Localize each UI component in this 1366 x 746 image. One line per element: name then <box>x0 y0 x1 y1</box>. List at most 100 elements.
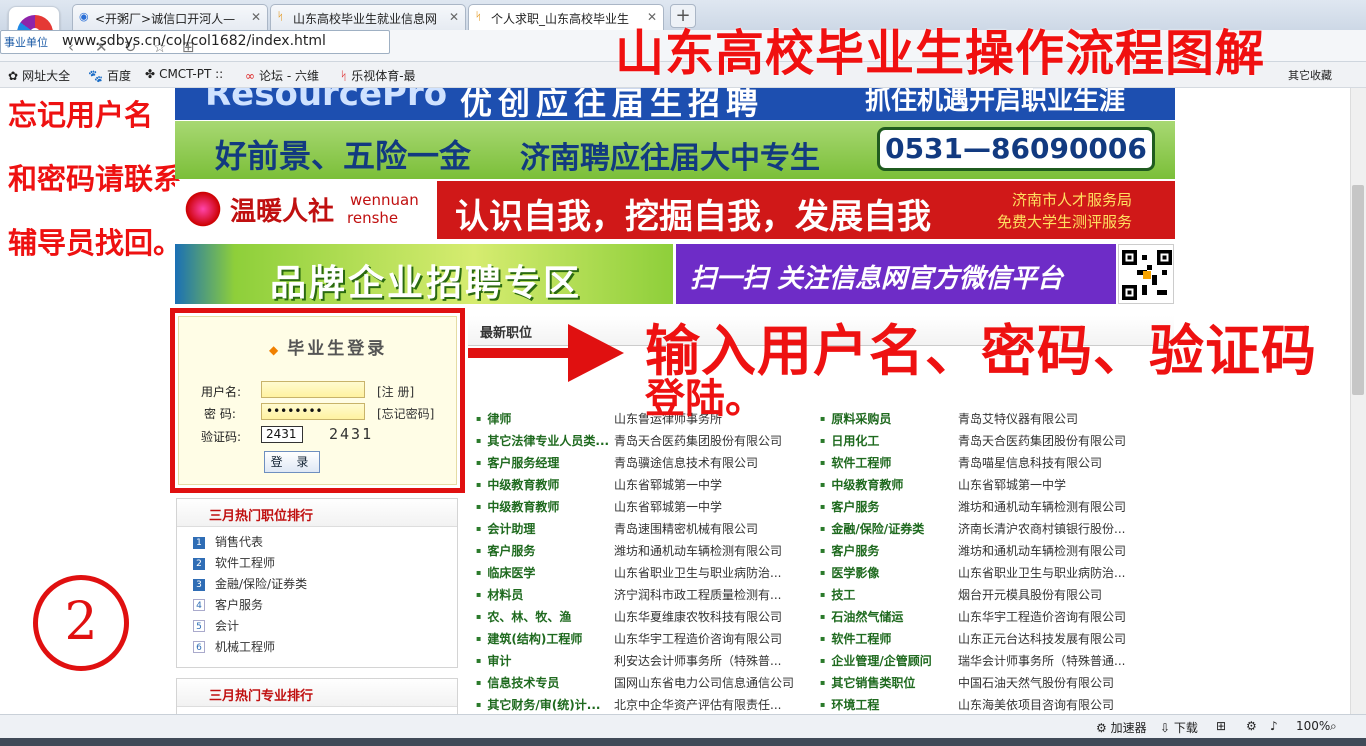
job-row[interactable]: 中级教育教师 山东省郓城第一中学 <box>820 476 1150 498</box>
tab-close-icon[interactable]: ✕ <box>449 10 459 24</box>
job-company-link[interactable]: 山东省职业卫生与职业病防治... <box>614 564 804 581</box>
job-title-link[interactable]: 客户服务 <box>476 542 535 559</box>
job-row[interactable]: 材料员 济宁润科市政工程质量检测有... <box>476 586 816 608</box>
job-company-link[interactable]: 北京中企华资产评估有限责任... <box>614 696 804 712</box>
job-title-link[interactable]: 律师 <box>476 410 511 427</box>
job-row[interactable]: 其它财务/审(统)计... 北京中企华资产评估有限责任... <box>476 696 816 712</box>
hot-job-item[interactable]: 6 机械工程师 <box>193 638 307 659</box>
job-title-link[interactable]: 客户服务 <box>820 498 879 515</box>
volume-icon[interactable]: ♪ <box>1270 719 1278 733</box>
job-row[interactable]: 中级教育教师 山东省郓城第一中学 <box>476 498 816 520</box>
job-company-link[interactable]: 潍坊和通机动车辆检测有限公司 <box>958 498 1148 515</box>
hot-job-item[interactable]: 1 销售代表 <box>193 533 307 554</box>
job-company-link[interactable]: 山东正元台达科技发展有限公司 <box>958 630 1148 647</box>
forgot-password-link[interactable]: [忘记密码] <box>377 405 434 422</box>
password-input[interactable]: •••••••• <box>261 403 365 420</box>
job-company-link[interactable]: 利安达会计师事务所（特殊普... <box>614 652 804 669</box>
job-company-link[interactable]: 烟台开元模具股份有限公司 <box>958 586 1148 603</box>
hot-job-label[interactable]: 金融/保险/证券类 <box>215 577 307 591</box>
accelerator-button[interactable]: ⚙ 加速器 <box>1096 719 1147 736</box>
job-row[interactable]: 技工 烟台开元模具股份有限公司 <box>820 586 1150 608</box>
job-company-link[interactable]: 潍坊和通机动车辆检测有限公司 <box>614 542 804 559</box>
job-company-link[interactable]: 青岛天合医药集团股份有限公司 <box>614 432 804 449</box>
username-input[interactable] <box>261 381 365 398</box>
settings-icon[interactable]: ⚙ <box>1246 719 1257 733</box>
job-title-link[interactable]: 软件工程师 <box>820 454 891 471</box>
job-title-link[interactable]: 其它销售类职位 <box>820 674 915 691</box>
zoom-icon[interactable]: ⌕ <box>1330 719 1337 734</box>
hot-job-label[interactable]: 会计 <box>215 619 239 633</box>
job-title-link[interactable]: 企业管理/企管顾问 <box>820 652 931 669</box>
job-company-link[interactable]: 山东省郓城第一中学 <box>614 498 804 515</box>
job-company-link[interactable]: 青岛天合医药集团股份有限公司 <box>958 432 1148 449</box>
job-title-link[interactable]: 技工 <box>820 586 855 603</box>
hot-job-item[interactable]: 3 金融/保险/证券类 <box>193 575 307 596</box>
job-row[interactable]: 环境工程 山东海美依项目咨询有限公司 <box>820 696 1150 712</box>
job-row[interactable]: 原料采购员 青岛艾特仪器有限公司 <box>820 410 1150 432</box>
job-row[interactable]: 客户服务 潍坊和通机动车辆检测有限公司 <box>820 498 1150 520</box>
job-row[interactable]: 客户服务经理 青岛骥途信息技术有限公司 <box>476 454 816 476</box>
job-company-link[interactable]: 青岛喵星信息科技有限公司 <box>958 454 1148 471</box>
job-row[interactable]: 客户服务 潍坊和通机动车辆检测有限公司 <box>820 542 1150 564</box>
job-company-link[interactable]: 山东省郓城第一中学 <box>614 476 804 493</box>
addon-icon[interactable]: ⊞ <box>1216 719 1226 733</box>
job-row[interactable]: 审计 利安达会计师事务所（特殊普... <box>476 652 816 674</box>
tab-1[interactable]: ◉ <开粥厂>诚信口开河人— ✕ <box>72 4 268 30</box>
scrollbar-thumb[interactable] <box>1352 185 1364 395</box>
bookmark-item[interactable]: ∞ 论坛 - 六维 <box>245 67 319 84</box>
job-company-link[interactable]: 中国石油天然气股份有限公司 <box>958 674 1148 691</box>
hot-job-label[interactable]: 客户服务 <box>215 598 263 612</box>
job-company-link[interactable]: 山东省职业卫生与职业病防治... <box>958 564 1148 581</box>
job-row[interactable]: 信息技术专员 国网山东省电力公司信息通信公司 <box>476 674 816 696</box>
job-title-link[interactable]: 其它财务/审(统)计... <box>476 696 600 712</box>
register-link[interactable]: [注 册] <box>377 383 414 400</box>
job-title-link[interactable]: 农、林、牧、渔 <box>476 608 571 625</box>
job-company-link[interactable]: 国网山东省电力公司信息通信公司 <box>614 674 804 691</box>
job-company-link[interactable]: 瑞华会计师事务所（特殊普通... <box>958 652 1148 669</box>
bookmark-item[interactable]: ✤ CMCT-PT :: <box>145 67 223 81</box>
job-row[interactable]: 其它销售类职位 中国石油天然气股份有限公司 <box>820 674 1150 696</box>
job-title-link[interactable]: 审计 <box>476 652 511 669</box>
job-row[interactable]: 金融/保险/证券类 济南长清沪农商村镇银行股份... <box>820 520 1150 542</box>
job-row[interactable]: 软件工程师 山东正元台达科技发展有限公司 <box>820 630 1150 652</box>
job-row[interactable]: 软件工程师 青岛喵星信息科技有限公司 <box>820 454 1150 476</box>
job-title-link[interactable]: 材料员 <box>476 586 523 603</box>
job-company-link[interactable]: 济宁润科市政工程质量检测有... <box>614 586 804 603</box>
job-title-link[interactable]: 原料采购员 <box>820 410 891 427</box>
job-row[interactable]: 临床医学 山东省职业卫生与职业病防治... <box>476 564 816 586</box>
job-title-link[interactable]: 金融/保险/证券类 <box>820 520 924 537</box>
url-text[interactable]: www.sdbys.cn/col/col1682/index.html <box>62 33 326 49</box>
job-title-link[interactable]: 软件工程师 <box>820 630 891 647</box>
job-company-link[interactable]: 青岛骥途信息技术有限公司 <box>614 454 804 471</box>
job-title-link[interactable]: 环境工程 <box>820 696 879 712</box>
job-title-link[interactable]: 石油然气储运 <box>820 608 903 625</box>
job-title-link[interactable]: 其它法律专业人员类... <box>476 432 609 449</box>
job-title-link[interactable]: 信息技术专员 <box>476 674 559 691</box>
hot-job-label[interactable]: 销售代表 <box>215 535 263 549</box>
job-row[interactable]: 建筑(结构)工程师 山东华宇工程造价咨询有限公司 <box>476 630 816 652</box>
bookmark-item[interactable]: 🐾 百度 <box>88 67 131 84</box>
job-row[interactable]: 客户服务 潍坊和通机动车辆检测有限公司 <box>476 542 816 564</box>
job-company-link[interactable]: 青岛艾特仪器有限公司 <box>958 410 1148 427</box>
job-row[interactable]: 中级教育教师 山东省郓城第一中学 <box>476 476 816 498</box>
banner-brand-recruit[interactable]: 品牌企业招聘专区 <box>175 244 673 304</box>
hot-job-label[interactable]: 机械工程师 <box>215 640 275 654</box>
other-bookmarks[interactable]: 其它收藏 <box>1288 67 1332 83</box>
job-company-link[interactable]: 山东省郓城第一中学 <box>958 476 1148 493</box>
job-company-link[interactable]: 济南长清沪农商村镇银行股份... <box>958 520 1148 537</box>
job-title-link[interactable]: 医学影像 <box>820 564 879 581</box>
job-company-link[interactable]: 山东华宇工程造价咨询有限公司 <box>958 608 1148 625</box>
job-title-link[interactable]: 建筑(结构)工程师 <box>476 630 582 647</box>
job-row[interactable]: 会计助理 青岛速围精密机械有限公司 <box>476 520 816 542</box>
captcha-image[interactable]: 2431 <box>329 425 373 443</box>
tab-2[interactable]: ᛋ 山东高校毕业生就业信息网 ✕ <box>270 4 466 30</box>
banner-self-assessment[interactable]: 认识自我，挖掘自我，发展自我 济南市人才服务局 免费大学生测评服务 <box>437 181 1175 239</box>
banner-jinan-recruit[interactable]: 好前景、五险一金 济南聘应往届大中专生 0531—86090006 <box>175 121 1175 179</box>
job-company-link[interactable]: 山东华宇工程造价咨询有限公司 <box>614 630 804 647</box>
hot-job-label[interactable]: 软件工程师 <box>215 556 275 570</box>
job-title-link[interactable]: 会计助理 <box>476 520 535 537</box>
banner-wechat[interactable]: 扫一扫 关注信息网官方微信平台 <box>676 244 1116 304</box>
login-button[interactable]: 登 录 <box>264 451 320 473</box>
job-row[interactable]: 企业管理/企管顾问 瑞华会计师事务所（特殊普通... <box>820 652 1150 674</box>
job-row[interactable]: 医学影像 山东省职业卫生与职业病防治... <box>820 564 1150 586</box>
